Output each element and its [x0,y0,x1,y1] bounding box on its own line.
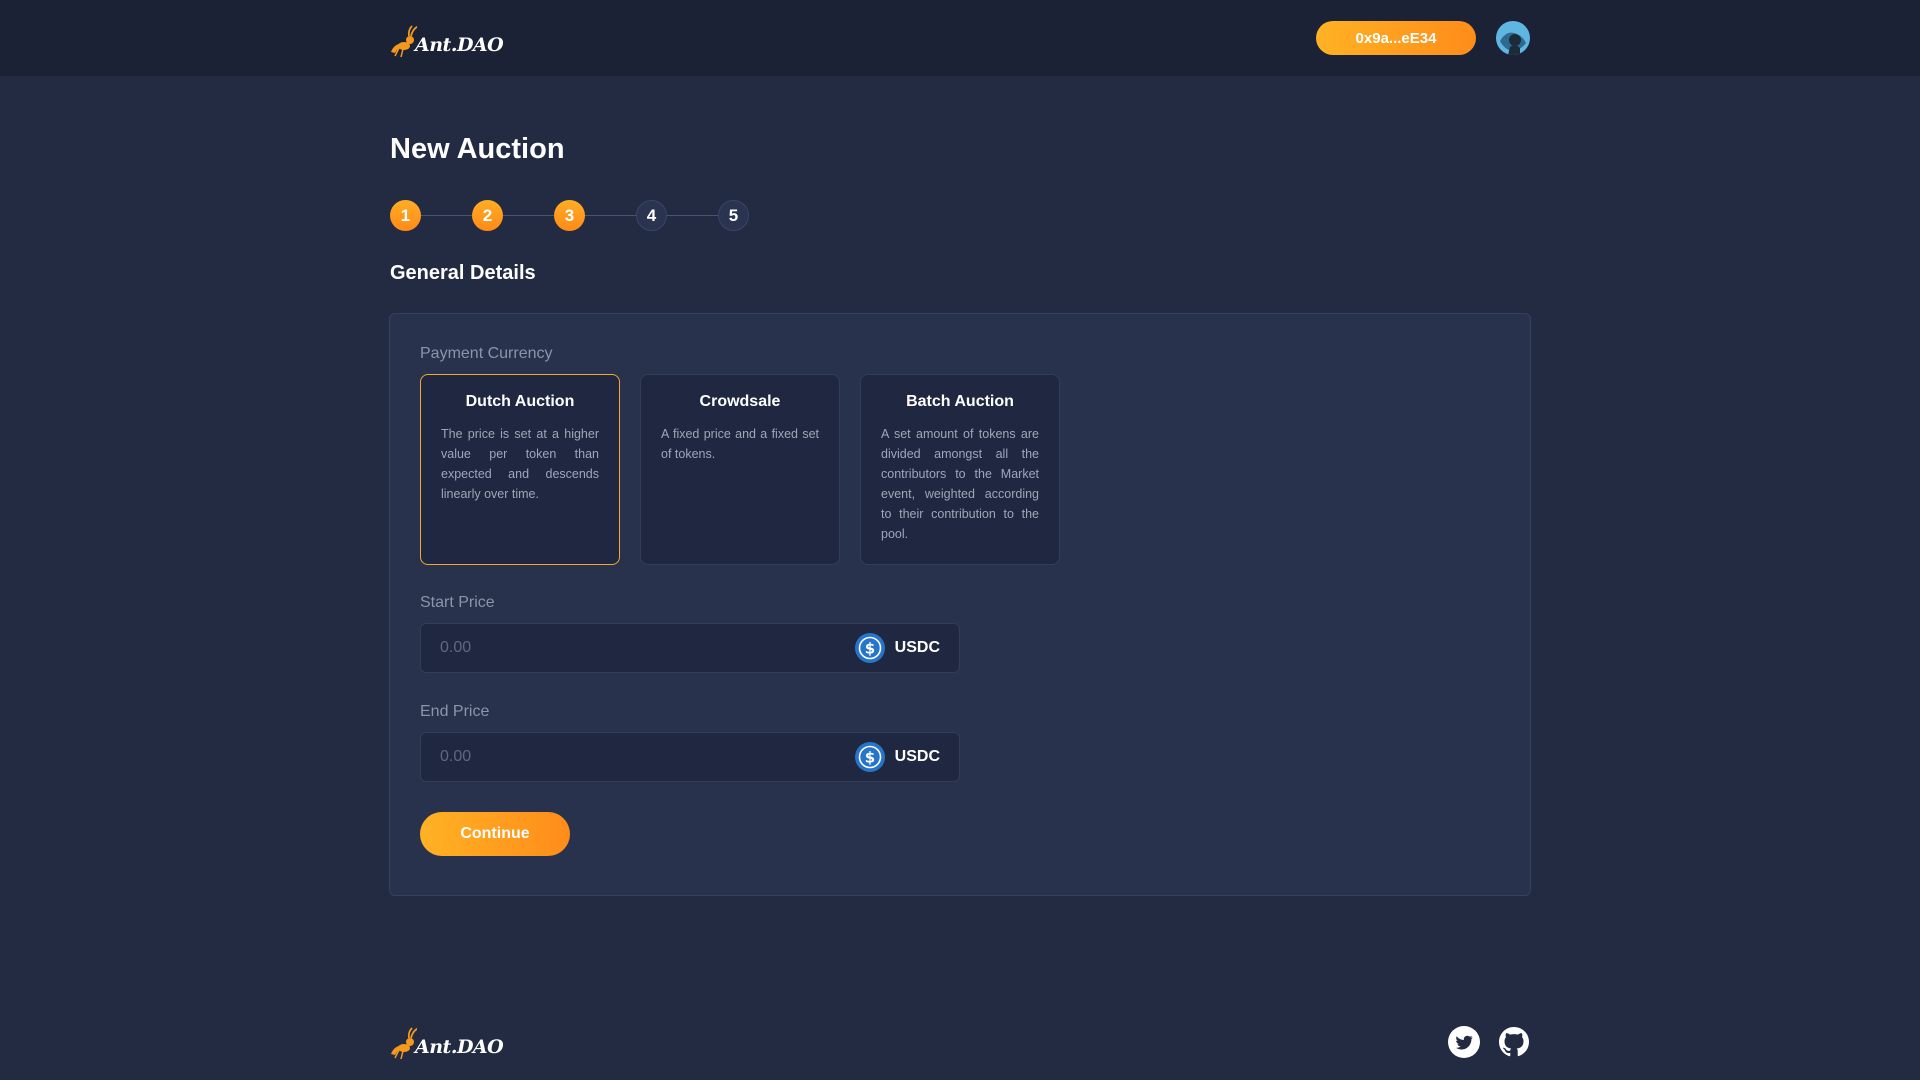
avatar[interactable] [1496,21,1530,55]
currency-code: USDC [894,639,940,656]
wallet-address-button[interactable]: 0x9a...eE34 [1316,21,1476,55]
option-batch-auction[interactable]: Batch Auction A set amount of tokens are… [860,374,1060,565]
svg-text:$: $ [864,640,874,658]
page-title: New Auction [390,133,565,165]
top-header: Ant.DAO 0x9a...eE34 [0,0,1920,76]
payment-currency-label: Payment Currency [420,345,553,362]
currency-indicator: $ USDC [854,633,940,663]
currency-code: USDC [894,748,940,765]
option-description: The price is set at a higher value per t… [441,427,599,501]
option-title: Dutch Auction [465,393,575,410]
twitter-icon[interactable] [1448,1026,1480,1058]
option-title: Batch Auction [906,393,1014,410]
step-connector [421,215,472,216]
end-price-input[interactable] [421,733,855,781]
option-description: A fixed price and a fixed set of tokens. [661,427,819,461]
start-price-input[interactable] [421,624,855,672]
step-5[interactable]: 5 [718,200,749,231]
progress-stepper: 1 2 3 4 5 [390,200,749,231]
logo-text: Ant.DAO [415,1036,504,1058]
avatar-image [1496,21,1530,55]
option-crowdsale[interactable]: Crowdsale A fixed price and a fixed set … [640,374,840,565]
option-description: A set amount of tokens are divided among… [881,427,1039,541]
step-4[interactable]: 4 [636,200,667,231]
github-icon[interactable] [1498,1026,1530,1058]
step-2[interactable]: 2 [472,200,503,231]
option-title: Crowdsale [699,393,781,410]
svg-text:$: $ [864,749,874,767]
ant-logo-icon [391,1027,417,1060]
logo-text: Ant.DAO [415,34,504,56]
section-title: General Details [390,262,536,284]
step-connector [667,215,718,216]
end-price-label: End Price [420,703,490,720]
option-dutch-auction[interactable]: Dutch Auction The price is set at a high… [420,374,620,565]
footer-logo[interactable]: Ant.DAO [389,1020,504,1060]
auction-form-card: Payment Currency Dutch Auction The price… [389,313,1531,896]
end-price-field: $ USDC [420,732,960,782]
continue-button[interactable]: Continue [420,812,570,856]
start-price-label: Start Price [420,594,495,611]
currency-indicator: $ USDC [854,742,940,772]
header-logo[interactable]: Ant.DAO [389,18,504,58]
start-price-field: $ USDC [420,623,960,673]
usdc-icon: $ [854,633,885,663]
step-connector [585,215,636,216]
usdc-icon: $ [854,742,885,772]
step-connector [503,215,554,216]
step-3[interactable]: 3 [554,200,585,231]
auction-type-options: Dutch Auction The price is set at a high… [420,374,1080,565]
ant-logo-icon [391,25,417,58]
step-1[interactable]: 1 [390,200,421,231]
